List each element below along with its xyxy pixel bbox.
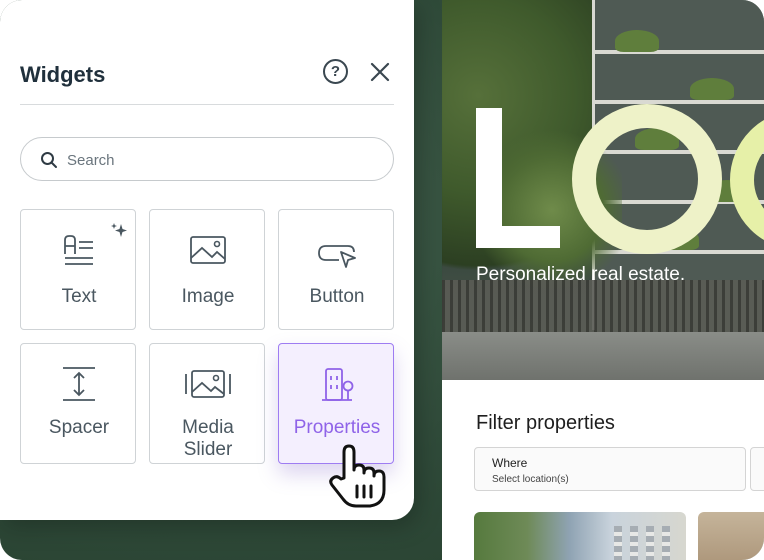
widget-spacer[interactable]: Spacer: [20, 343, 136, 464]
widget-text[interactable]: Text: [20, 209, 136, 330]
spacer-icon: [63, 367, 95, 401]
close-icon[interactable]: [366, 58, 394, 86]
panel-title: Widgets: [20, 62, 106, 87]
widget-button[interactable]: Button: [278, 209, 394, 330]
drag-hand-cursor-icon: [329, 444, 386, 508]
divider: [20, 104, 394, 105]
website-preview: Personalized real estate. Filter propert…: [442, 0, 764, 560]
widget-label: Button: [309, 286, 365, 307]
button-cursor-icon: [318, 245, 356, 268]
widget-label: Text: [61, 286, 97, 307]
widget-image[interactable]: Image: [149, 209, 265, 330]
widget-media-slider[interactable]: Media Slider: [149, 343, 265, 464]
app-canvas: Personalized real estate. Filter propert…: [0, 0, 764, 560]
help-icon[interactable]: ?: [323, 59, 348, 84]
where-value: Select location(s): [492, 474, 569, 485]
widgets-panel: Widgets ? Text: [0, 0, 414, 520]
widget-label: Image: [181, 286, 235, 307]
hero-tagline: Personalized real estate.: [476, 264, 686, 285]
media-slider-icon: [185, 370, 231, 398]
search-icon: [41, 152, 57, 168]
property-thumbnail[interactable]: [698, 512, 764, 560]
widget-label: Media Slider: [182, 417, 234, 460]
where-label: Where: [492, 456, 528, 470]
secondary-filter[interactable]: [750, 447, 764, 491]
search-input[interactable]: [67, 149, 367, 171]
text-icon: [64, 235, 93, 265]
ai-sparkle-icon: [111, 223, 127, 237]
hero-image: Personalized real estate.: [442, 0, 764, 380]
properties-icon: [322, 368, 354, 401]
widget-label: Spacer: [48, 417, 110, 438]
image-icon: [190, 236, 226, 264]
search-box[interactable]: [20, 137, 394, 181]
property-thumbnail[interactable]: [474, 512, 686, 560]
filter-title: Filter properties: [476, 412, 615, 434]
widget-label: Properties: [293, 417, 381, 438]
where-filter[interactable]: Where Select location(s): [474, 447, 746, 491]
